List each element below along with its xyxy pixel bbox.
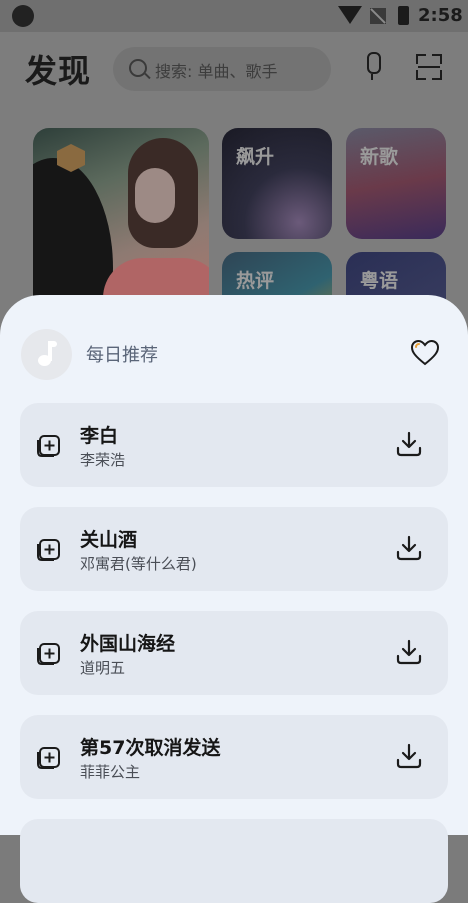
song-title: 李白 — [80, 425, 119, 447]
download-icon[interactable] — [396, 535, 422, 561]
download-icon[interactable] — [396, 431, 422, 457]
search-placeholder: 搜索: 单曲、歌手 — [155, 62, 278, 81]
song-artist: 菲菲公主 — [80, 763, 141, 781]
category-label: 热评 — [236, 270, 275, 292]
song-row[interactable]: 第57次取消发送 菲菲公主 — [20, 715, 448, 799]
add-to-playlist-icon[interactable] — [37, 745, 61, 769]
song-row[interactable]: 关山酒 邓寓君(等什么君) — [20, 507, 448, 591]
search-icon — [129, 59, 147, 77]
song-artist: 李荣浩 — [80, 451, 126, 469]
download-icon[interactable] — [396, 743, 422, 769]
add-to-playlist-icon[interactable] — [37, 641, 61, 665]
song-row-partial[interactable] — [20, 819, 448, 903]
song-title: 外国山海经 — [80, 633, 176, 655]
daily-recommend-sheet: 每日推荐 李白 李荣浩 关山酒 邓寓君(等什么君) 外国山海经 道明五 第57次… — [0, 295, 468, 903]
mic-icon[interactable] — [362, 52, 382, 82]
song-title: 关山酒 — [80, 529, 138, 551]
song-row[interactable]: 李白 李荣浩 — [20, 403, 448, 487]
heart-icon[interactable] — [411, 340, 439, 366]
category-tile-soaring[interactable]: 飙升 — [222, 128, 332, 239]
playlist-title: 每日推荐 — [86, 345, 158, 366]
song-artist: 道明五 — [80, 659, 126, 677]
status-bar: 2:58 — [0, 0, 468, 32]
status-time: 2:58 — [418, 5, 463, 26]
no-signal-icon — [370, 8, 386, 24]
song-artist: 邓寓君(等什么君) — [80, 555, 197, 573]
category-label: 新歌 — [360, 146, 399, 168]
music-note-icon — [35, 339, 59, 369]
category-label: 粤语 — [360, 270, 399, 292]
scan-icon[interactable] — [416, 54, 442, 80]
camera-cutout — [12, 5, 34, 27]
category-tile-new[interactable]: 新歌 — [346, 128, 446, 239]
search-input[interactable]: 搜索: 单曲、歌手 — [113, 47, 331, 91]
playlist-cover — [21, 329, 72, 380]
wifi-icon — [338, 6, 362, 24]
add-to-playlist-icon[interactable] — [37, 537, 61, 561]
category-label: 飙升 — [236, 146, 275, 168]
add-to-playlist-icon[interactable] — [37, 433, 61, 457]
song-title: 第57次取消发送 — [80, 737, 221, 759]
battery-icon — [398, 6, 409, 25]
song-row[interactable]: 外国山海经 道明五 — [20, 611, 448, 695]
sheet-header: 每日推荐 — [0, 295, 468, 403]
download-icon[interactable] — [396, 639, 422, 665]
page-title: 发现 — [25, 52, 92, 90]
